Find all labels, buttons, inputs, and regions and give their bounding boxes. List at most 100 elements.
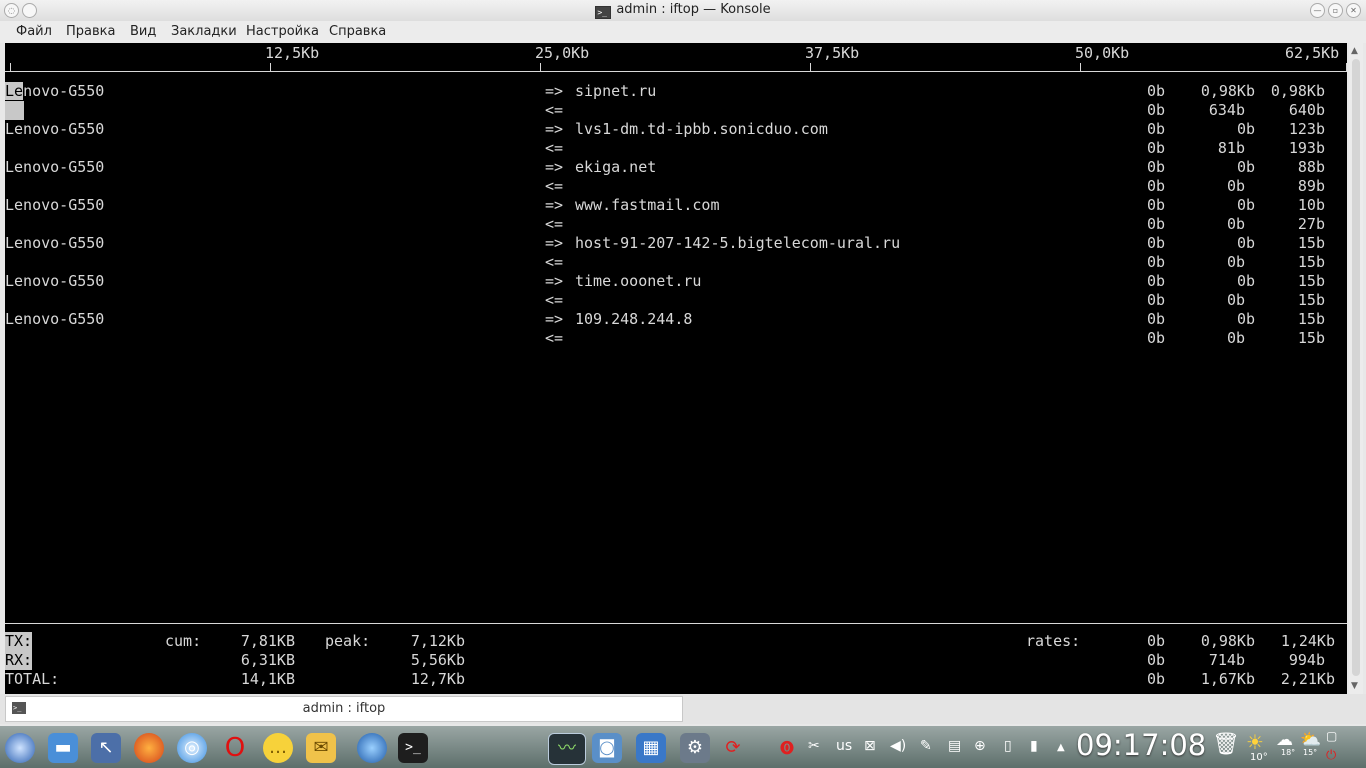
clock[interactable]: 09:17:08 [1076, 728, 1206, 762]
system-monitor-icon[interactable]: 〰 [548, 733, 586, 765]
maximize-button[interactable]: ▫ [1328, 3, 1343, 18]
arrow-in: <= [545, 139, 564, 157]
scroll-track[interactable] [1352, 59, 1360, 676]
menubar: Файл Правка Вид Закладки Настройка Справ… [0, 21, 1366, 43]
minimize-button[interactable]: — [1310, 3, 1325, 18]
scale-label: 25,0Kb [535, 44, 590, 62]
tx-rate-10s: 0,98Kb [1200, 632, 1255, 650]
tx-cum: 7,81KB [240, 632, 295, 650]
source-host: Lenovo-G550 [5, 82, 104, 101]
firefox-icon[interactable] [134, 733, 164, 763]
volume-icon[interactable]: ◀) [890, 738, 906, 754]
menu-settings[interactable]: Настройка [246, 24, 319, 39]
rate-in-2s: 0b [1146, 215, 1165, 233]
battery-icon[interactable]: ▯ [1004, 738, 1012, 754]
scissors-icon[interactable]: ✂ [808, 738, 820, 754]
scroll-down-icon[interactable]: ▼ [1351, 681, 1358, 691]
total-rate-10s: 1,67Kb [1200, 670, 1255, 688]
screenshot-icon[interactable]: ◙ [592, 733, 622, 763]
messenger-icon[interactable]: … [263, 733, 293, 763]
terminal-icon: >_ [595, 6, 612, 19]
total-label: TOTAL: [5, 670, 60, 688]
network-globe-icon[interactable] [357, 733, 387, 763]
rate-out-2s: 0b [1146, 272, 1165, 290]
arrow-out: => [545, 120, 564, 138]
notes-icon[interactable]: ▢ [1326, 729, 1337, 743]
rate-out-10s: 0b [1236, 310, 1255, 328]
rate-out-10s: 0b [1236, 196, 1255, 214]
arrow-out: => [545, 234, 564, 252]
cum-label: cum: [165, 632, 202, 650]
rate-out-40s: 123b [1288, 120, 1325, 138]
total-cum: 14,1KB [240, 670, 295, 688]
rx-peak: 5,56Kb [410, 651, 465, 669]
trash-icon[interactable]: 🗑 [1212, 732, 1240, 757]
source-host: Lenovo-G550 [5, 234, 105, 252]
source-host: Lenovo-G550 [5, 158, 105, 176]
devices-icon[interactable]: ▤ [948, 738, 961, 754]
partly-cloudy-icon: ⛅ [1300, 730, 1322, 750]
arrow-out: => [545, 196, 564, 214]
signal-icon[interactable]: ▮ [1030, 738, 1038, 754]
terminal-view[interactable]: 12,5Kb 25,0Kb 37,5Kb 50,0Kb 62,5Kb Lenov… [5, 43, 1347, 694]
scale-label: 12,5Kb [265, 44, 320, 62]
power-icon[interactable]: ⏻ [1326, 748, 1336, 763]
sun-icon[interactable]: ☀ [1246, 730, 1264, 754]
scale-axis [5, 71, 1347, 72]
source-host: Lenovo-G550 [5, 272, 105, 290]
connections-icon[interactable]: ⊕ [974, 738, 986, 754]
terminal-scrollbar[interactable]: ▲ ▼ [1349, 43, 1363, 694]
konsole-icon[interactable]: >_ [398, 733, 428, 763]
window-titlebar[interactable]: ◌ >_ admin : iftop — Konsole — ▫ ✕ [0, 0, 1366, 22]
menu-file[interactable]: Файл [16, 24, 52, 39]
keyboard-layout[interactable]: us [836, 738, 852, 754]
weather-temp: 15° [1303, 748, 1318, 757]
tab-admin-iftop[interactable]: >_ admin : iftop [5, 696, 683, 722]
arrow-out: => [545, 82, 564, 100]
arrow-out: => [545, 158, 564, 176]
rates-label: rates: [1026, 632, 1081, 650]
rx-rate-10s: 714b [1208, 651, 1245, 669]
opera-tray-icon[interactable]: ⓿ [780, 738, 794, 758]
web-browser-icon[interactable]: ◎ [177, 733, 207, 763]
menu-view[interactable]: Вид [130, 24, 156, 39]
network-icon[interactable]: ⊠ [864, 738, 876, 754]
scale-label: 37,5Kb [805, 44, 860, 62]
destination-host: 109.248.244.8 [575, 310, 693, 328]
tab-bar: >_ admin : iftop [0, 694, 1366, 724]
source-host: Lenovo-G550 [5, 196, 105, 214]
app-launcher-icon[interactable] [5, 733, 35, 763]
paint-icon[interactable]: ✎ [920, 738, 932, 754]
arrow-in: <= [545, 253, 564, 271]
arrow-out: => [545, 272, 564, 290]
scale-tick [270, 63, 271, 71]
arrow-in: <= [545, 291, 564, 309]
sync-icon[interactable]: ⟳ [718, 733, 748, 763]
rate-in-2s: 0b [1146, 101, 1165, 119]
destination-host: www.fastmail.com [575, 196, 720, 214]
host-text: novo-G550 [23, 82, 105, 100]
menu-bookmarks[interactable]: Закладки [171, 24, 237, 39]
weather-temp: 10° [1250, 752, 1268, 763]
rate-out-2s: 0b [1146, 196, 1165, 214]
settings-icon[interactable]: ⚙ [680, 733, 710, 763]
window-title: >_ admin : iftop — Konsole [595, 2, 771, 19]
menu-help[interactable]: Справка [329, 24, 386, 39]
rate-in-40s: 15b [1297, 291, 1325, 309]
rate-out-10s: 0b [1236, 234, 1255, 252]
weather-temp: 18° [1281, 748, 1296, 757]
desktop-pager-icon[interactable]: ▦ [636, 733, 666, 763]
rate-out-2s: 0b [1146, 234, 1165, 252]
scroll-up-icon[interactable]: ▲ [1351, 46, 1358, 56]
window-picker-icon[interactable]: ↖ [91, 733, 121, 763]
opera-icon[interactable]: O [220, 733, 250, 763]
rx-rate-40s: 994b [1288, 651, 1325, 669]
menu-edit[interactable]: Правка [66, 24, 115, 39]
close-button[interactable]: ✕ [1346, 3, 1361, 18]
rate-out-2s: 0b [1146, 120, 1165, 138]
destination-host: ekiga.net [575, 158, 657, 176]
total-rate-40s: 2,21Kb [1280, 670, 1335, 688]
file-manager-icon[interactable]: ▬ [48, 733, 78, 763]
tray-expand-icon[interactable]: ▲ [1057, 742, 1065, 753]
mail-icon[interactable]: ✉ [306, 733, 336, 763]
